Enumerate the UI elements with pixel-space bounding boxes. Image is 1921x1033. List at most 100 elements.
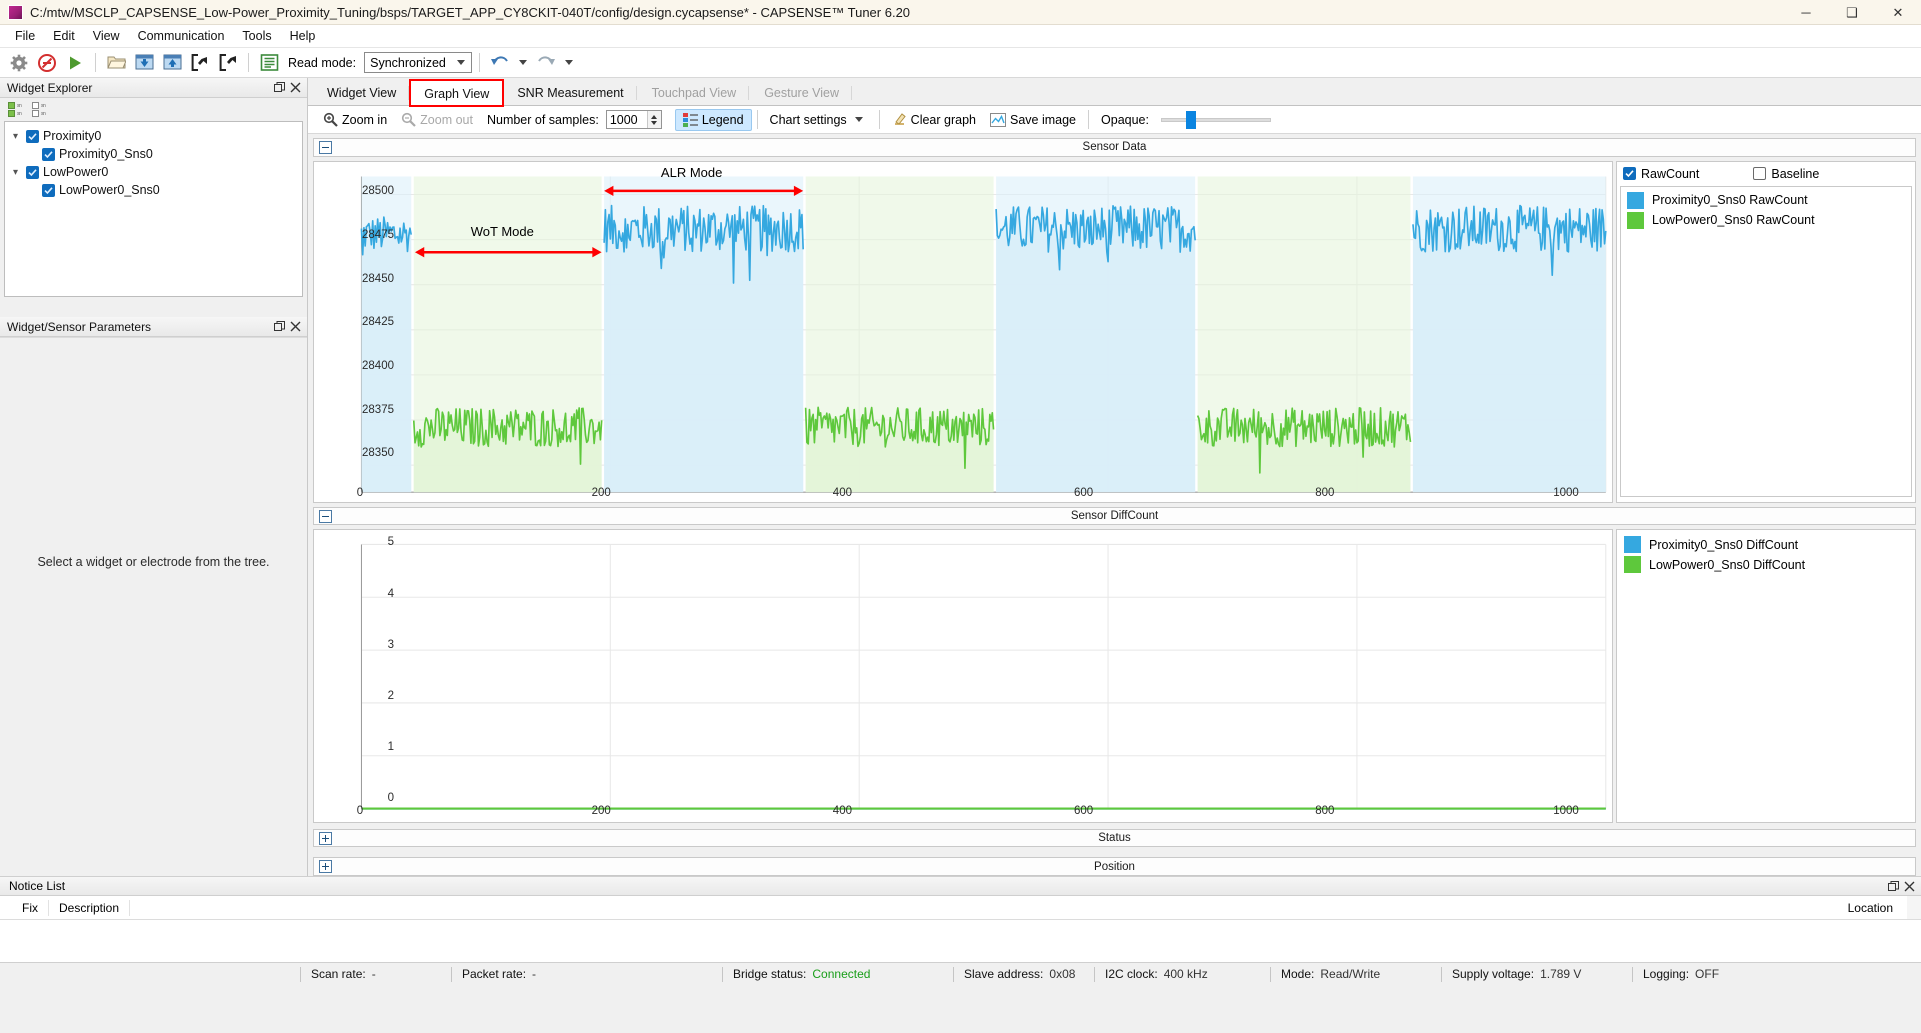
tree-checkbox[interactable] (26, 129, 39, 143)
column-header-description[interactable]: Description (49, 899, 131, 916)
series-name: LowPower0_Sns0 RawCount (1652, 213, 1815, 228)
close-icon[interactable] (287, 319, 303, 335)
tab-snr-measurement[interactable]: SNR Measurement (503, 80, 637, 105)
clear-graph-button[interactable]: Clear graph (885, 109, 983, 130)
opaque-slider[interactable] (1160, 110, 1271, 129)
read-mode-select[interactable]: Synchronized (364, 52, 473, 73)
chart-settings-menu[interactable]: Chart settings (763, 110, 874, 130)
tree-item-lowpower0[interactable]: ▾ LowPower0 (9, 163, 298, 181)
menu-item-help[interactable]: Help (281, 26, 325, 46)
rawcount-checkbox[interactable] (1623, 167, 1636, 181)
undo-chevron-down-icon[interactable] (519, 60, 528, 65)
close-icon[interactable] (287, 80, 303, 96)
import-icon[interactable] (187, 51, 213, 75)
samples-stepper-buttons[interactable] (646, 111, 661, 128)
minimize-button[interactable]: ─ (1783, 0, 1829, 25)
menu-item-edit[interactable]: Edit (44, 26, 84, 46)
y-axis-tick: 4 (387, 587, 394, 600)
zoom-in-button[interactable]: Zoom in (316, 109, 394, 130)
legend-item[interactable]: Proximity0_Sns0 DiffCount (1624, 536, 1908, 554)
maximize-button[interactable]: ❑ (1829, 0, 1875, 25)
disconnect-icon[interactable] (34, 51, 60, 75)
x-axis-tick: 600 (1074, 805, 1094, 818)
main-toolbar: Read mode: Synchronized (0, 48, 1921, 78)
expand-chevron-icon[interactable]: ▾ (9, 167, 22, 178)
baseline-checkbox-group[interactable]: Baseline (1753, 167, 1819, 181)
section-sensor-data[interactable]: Sensor Data (313, 138, 1916, 157)
export-icon[interactable] (215, 51, 241, 75)
diffcount-series-list: Proximity0_Sns0 DiffCount LowPower0_Sns0… (1617, 530, 1915, 579)
title-bar: C:/mtw/MSCLP_CAPSENSE_Low-Power_Proximit… (0, 0, 1921, 25)
stepper-down-icon[interactable] (651, 120, 658, 125)
tree-item-label: Proximity0 (43, 129, 102, 143)
tree-item-proximity0-sns0[interactable]: Proximity0_Sns0 (9, 145, 298, 163)
expand-chevron-icon[interactable]: ▾ (9, 131, 22, 142)
uncheck-all-icon[interactable]: sn sn (32, 102, 50, 118)
tab-graph-view[interactable]: Graph View (409, 79, 505, 107)
menu-item-view[interactable]: View (84, 26, 129, 46)
apply-to-device-icon[interactable] (131, 51, 157, 75)
expand-icon[interactable] (319, 831, 332, 845)
column-header-location[interactable]: Location (1848, 901, 1893, 915)
tree-checkbox[interactable] (26, 165, 39, 179)
status-scan-rate: Scan rate: - (301, 963, 451, 985)
settings-gear-icon[interactable] (6, 51, 32, 75)
widget-params-title: Widget/Sensor Parameters (7, 319, 152, 334)
series-name: LowPower0_Sns0 DiffCount (1649, 557, 1806, 572)
float-icon[interactable] (1885, 878, 1901, 894)
legend-toggle[interactable]: Legend (674, 108, 752, 131)
apply-to-project-icon[interactable] (159, 51, 185, 75)
status-logging: Logging: OFF (1633, 963, 1729, 985)
tab-widget-view[interactable]: Widget View (313, 80, 410, 105)
menu-item-tools[interactable]: Tools (233, 26, 280, 46)
tree-item-proximity0[interactable]: ▾ Proximity0 (9, 127, 298, 145)
opaque-slider-thumb[interactable] (1185, 110, 1196, 129)
baseline-checkbox[interactable] (1753, 167, 1767, 181)
section-sensor-diffcount[interactable]: Sensor DiffCount (313, 506, 1916, 526)
status-value: Connected (812, 967, 871, 981)
close-button[interactable]: ✕ (1875, 0, 1921, 25)
column-header-fix[interactable]: Fix (12, 899, 49, 916)
tree-checkbox[interactable] (42, 183, 55, 197)
close-icon[interactable] (1901, 878, 1917, 894)
float-icon[interactable] (271, 319, 287, 335)
redo-chevron-down-icon[interactable] (565, 60, 574, 65)
undo-icon[interactable] (487, 51, 513, 75)
legend-item[interactable]: Proximity0_Sns0 RawCount (1627, 191, 1905, 209)
expand-icon[interactable] (319, 860, 332, 874)
save-image-button[interactable]: Save image (983, 110, 1083, 130)
open-file-icon[interactable] (103, 51, 129, 75)
sensor-diffcount-chart[interactable]: 0 1 2 3 4 5 0 200 400 600 800 1000 (313, 529, 1613, 823)
section-title: Sensor DiffCount (1070, 510, 1159, 523)
opaque-label: Opaque: (1101, 112, 1149, 127)
legend-item[interactable]: LowPower0_Sns0 RawCount (1627, 211, 1905, 229)
samples-stepper[interactable]: 1000 (605, 110, 662, 129)
legend-header: RawCount Baseline (1617, 162, 1915, 186)
menu-item-file[interactable]: File (6, 26, 44, 46)
zoom-out-label: Zoom out (420, 112, 473, 127)
rawcount-checkbox-group[interactable]: RawCount (1623, 167, 1699, 181)
float-icon[interactable] (271, 80, 287, 96)
collapse-icon[interactable] (319, 509, 332, 523)
tree-checkbox[interactable] (42, 147, 55, 161)
chart-annotation: ALR Mode (660, 164, 723, 180)
widget-tree[interactable]: ▾ Proximity0 Proximity0_Sns0 ▾ LowPower0… (4, 121, 303, 297)
sensor-data-chart[interactable]: 28350 28375 28400 28425 28450 28475 28500 0 200 4… (313, 160, 1613, 503)
menu-item-communication[interactable]: Communication (129, 26, 234, 46)
legend-item[interactable]: LowPower0_Sns0 DiffCount (1624, 556, 1908, 574)
tab-label: SNR Measurement (517, 86, 624, 100)
stepper-up-icon[interactable] (651, 114, 658, 119)
collapse-icon[interactable] (319, 140, 332, 154)
section-position[interactable]: Position (313, 857, 1916, 876)
check-all-icon[interactable]: sn sn (8, 102, 26, 118)
start-icon[interactable] (62, 51, 88, 75)
section-status[interactable]: Status (313, 828, 1916, 848)
graph-toolbar: Zoom in Zoom out Number of samples: 1000 (308, 106, 1921, 134)
samples-input[interactable]: 1000 (607, 111, 647, 128)
y-axis-tick: 1 (387, 741, 394, 754)
redo-icon[interactable] (533, 51, 559, 75)
log-icon[interactable] (256, 51, 282, 75)
tree-item-lowpower0-sns0[interactable]: LowPower0_Sns0 (9, 181, 298, 199)
status-packet-rate: Packet rate: - (452, 963, 722, 985)
notice-list-scrollbar[interactable] (1907, 896, 1921, 919)
